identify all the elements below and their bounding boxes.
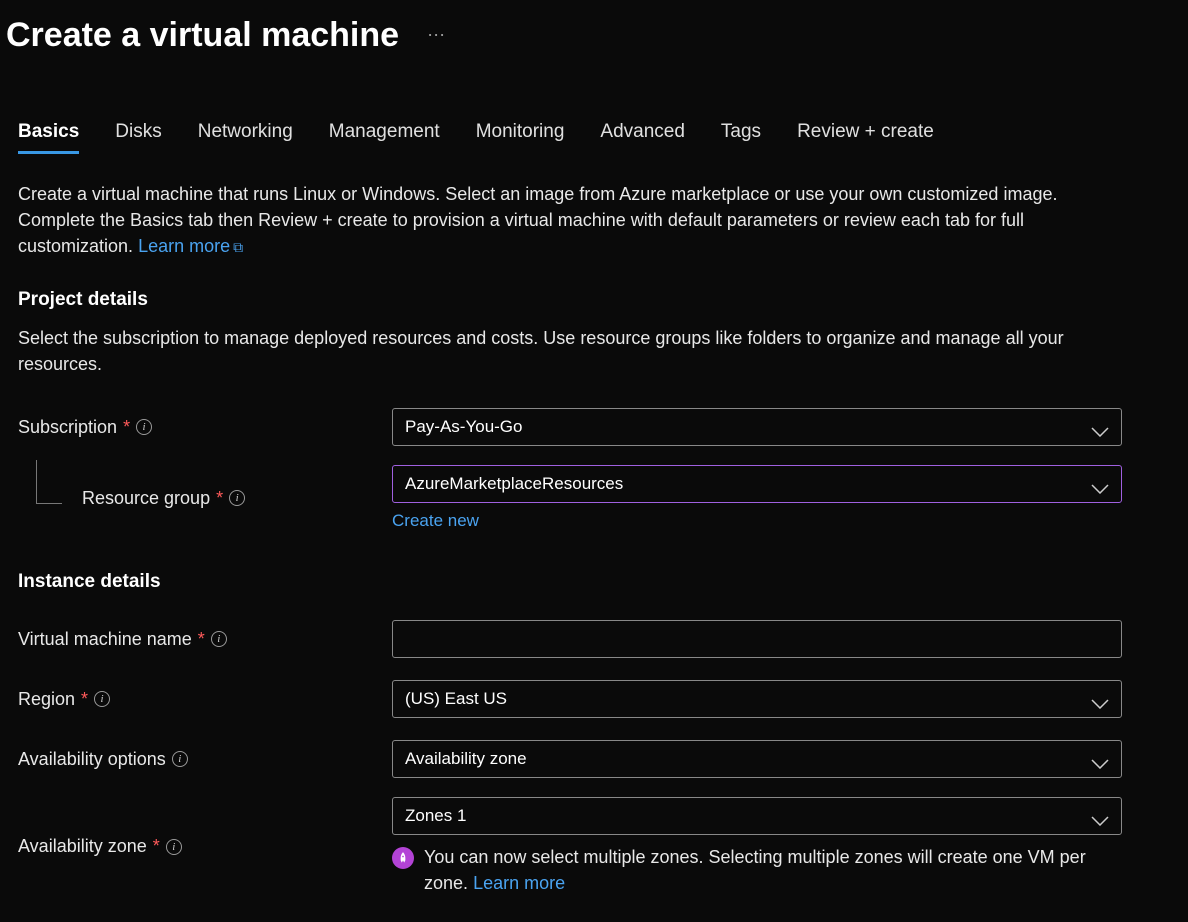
availability-options-select[interactable]: Availability zone — [392, 740, 1122, 778]
chevron-down-icon — [1091, 811, 1109, 821]
availability-zone-value: Zones 1 — [405, 806, 466, 826]
tab-advanced[interactable]: Advanced — [600, 115, 685, 153]
info-icon[interactable]: i — [211, 631, 227, 647]
availability-zone-label: Availability zone * i — [18, 836, 392, 857]
create-new-link[interactable]: Create new — [392, 511, 1122, 531]
info-icon[interactable]: i — [136, 419, 152, 435]
external-link-icon: ⧉ — [233, 239, 243, 255]
chevron-down-icon — [1091, 694, 1109, 704]
tab-bar: Basics Disks Networking Management Monit… — [0, 55, 1188, 153]
region-value: (US) East US — [405, 689, 507, 709]
more-actions-icon[interactable]: ⋯ — [427, 25, 447, 46]
instance-details-heading: Instance details — [0, 531, 1188, 601]
availability-zone-select[interactable]: Zones 1 — [392, 797, 1122, 835]
region-select[interactable]: (US) East US — [392, 680, 1122, 718]
resource-group-label: Resource group * i — [18, 488, 392, 509]
subscription-label: Subscription * i — [18, 417, 392, 438]
availability-zone-note: You can now select multiple zones. Selec… — [392, 845, 1122, 895]
required-star: * — [198, 629, 205, 650]
tab-monitoring[interactable]: Monitoring — [476, 115, 565, 153]
rocket-icon — [392, 847, 414, 869]
tab-management[interactable]: Management — [329, 115, 440, 153]
vm-name-input[interactable] — [392, 620, 1122, 658]
tab-disks[interactable]: Disks — [115, 115, 161, 153]
required-star: * — [123, 417, 130, 438]
availability-options-value: Availability zone — [405, 749, 527, 769]
vm-name-label: Virtual machine name * i — [18, 629, 392, 650]
zone-learn-more-link[interactable]: Learn more — [473, 873, 565, 893]
intro-learn-more-link[interactable]: Learn more⧉ — [138, 236, 243, 256]
resource-group-value: AzureMarketplaceResources — [405, 474, 623, 494]
subscription-value: Pay-As-You-Go — [405, 417, 522, 437]
resource-group-select[interactable]: AzureMarketplaceResources — [392, 465, 1122, 503]
chevron-down-icon — [1091, 422, 1109, 432]
tab-tags[interactable]: Tags — [721, 115, 761, 153]
availability-options-label: Availability options i — [18, 749, 392, 770]
tab-basics[interactable]: Basics — [18, 115, 79, 153]
region-label: Region * i — [18, 689, 392, 710]
tree-line — [36, 460, 62, 504]
subscription-select[interactable]: Pay-As-You-Go — [392, 408, 1122, 446]
info-icon[interactable]: i — [166, 839, 182, 855]
tab-networking[interactable]: Networking — [198, 115, 293, 153]
project-details-heading: Project details — [0, 259, 1188, 319]
info-icon[interactable]: i — [172, 751, 188, 767]
intro-text: Create a virtual machine that runs Linux… — [0, 153, 1120, 259]
info-icon[interactable]: i — [229, 490, 245, 506]
info-icon[interactable]: i — [94, 691, 110, 707]
chevron-down-icon — [1091, 479, 1109, 489]
project-details-desc: Select the subscription to manage deploy… — [0, 319, 1120, 377]
chevron-down-icon — [1091, 754, 1109, 764]
required-star: * — [216, 488, 223, 509]
tab-review-create[interactable]: Review + create — [797, 115, 934, 153]
page-title: Create a virtual machine — [6, 16, 399, 55]
required-star: * — [81, 689, 88, 710]
required-star: * — [153, 836, 160, 857]
